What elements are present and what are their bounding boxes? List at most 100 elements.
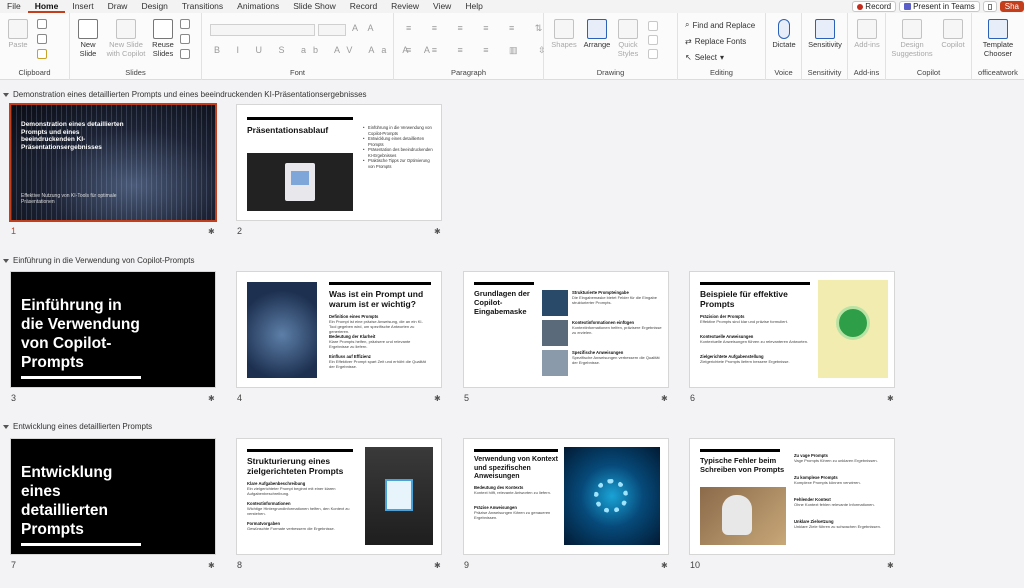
bullet-item: Einführung in die Verwendung von Copilot… [363,125,435,136]
section-header[interactable]: Demonstration eines detaillierten Prompt… [3,90,367,99]
font-group: A A B I U S ab AV Aa A A Font [202,13,430,80]
tab-animations[interactable]: Animations [230,0,286,13]
tab-record[interactable]: Record [343,0,384,13]
replace-fonts-label: Replace Fonts [694,37,747,46]
paste-button[interactable]: Paste [5,19,31,50]
clipboard-label: Clipboard [18,68,51,77]
font-size-select[interactable] [318,24,346,36]
slide-thumbnail-1[interactable]: Demonstration eines detaillierten Prompt… [11,105,215,220]
shape-outline-button[interactable] [648,35,658,45]
cut-button[interactable] [37,19,47,29]
text-block: Kontextinformationen einfügen Kontextinfo… [572,320,662,335]
slide-thumbnail-7[interactable]: Entwicklung eines detaillierten Prompts [11,439,215,554]
block-text: Die Eingabemaske bietet Felder für die E… [572,295,657,305]
arrange-button[interactable]: Arrange [580,19,614,50]
layout-button[interactable] [180,19,190,29]
tab-transitions[interactable]: Transitions [175,0,230,13]
quick-styles-button[interactable]: Quick Styles [614,19,642,58]
new-slide-button[interactable]: New Slide [73,19,103,58]
slide-thumbnail-6[interactable]: Beispiele für effektive Prompts Präzisio… [690,272,894,387]
copy-icon [37,34,47,44]
new-slide-with-copilot-button[interactable]: New Slide with Copilot [103,19,149,58]
list-buttons[interactable]: ≡ ≡ ≡ ≡ ≡ ⇅ [406,23,551,34]
sensitivity-button[interactable]: Sensitivity [805,19,845,50]
officeatwork-label: officeatwork [978,68,1018,77]
align-buttons[interactable]: ≡ ≡ ≡ ≡ ▥ ⇳ [406,45,555,56]
title-bar [700,282,810,285]
transition-star-icon: ✱ [208,227,215,236]
microphone-icon [778,19,790,39]
slide-title: Grundlagen der Copilot-Eingabemaske [474,289,530,316]
font-family-select[interactable] [210,24,315,36]
collapse-triangle-icon [3,258,9,263]
text-block: Unklare Zielsetzung Unklare Ziele führen … [794,519,886,529]
slide-thumbnail-5[interactable]: Grundlagen der Copilot-Eingabemaske Stru… [464,272,668,387]
tab-view[interactable]: View [426,0,458,13]
dictate-label: Dictate [772,40,796,49]
tab-home[interactable]: Home [27,0,66,13]
template-chooser-button[interactable]: Template Chooser [975,19,1021,58]
reuse-slides-button[interactable]: Reuse Slides [149,19,177,58]
shapes-button[interactable]: Shapes [550,19,578,50]
block-text: Wichtige Hintergrundinformationen helfen… [247,506,350,516]
text-block: Klare Aufgabenbeschreibung Ein zielgerich… [247,481,357,496]
text-block: Definition eines Prompts Ein Prompt ist e… [329,314,429,334]
comments-button[interactable] [982,1,997,12]
section-header[interactable]: Einführung in die Verwendung von Copilot… [3,256,194,265]
slide-sorter: Demonstration eines detaillierten Prompt… [0,81,1024,588]
collapse-triangle-icon [3,424,9,429]
slide-thumbnail-9[interactable]: Verwendung von Kontext und spezifischen … [464,439,668,554]
tab-review[interactable]: Review [384,0,426,13]
slide-subtitle: Effektive Nutzung von KI-Tools für optim… [21,193,117,205]
transition-star-icon: ✱ [434,394,441,403]
block-text: Ein Prompt ist eine präzise Anweisung, d… [329,319,423,334]
font-label: Font [289,68,305,77]
slide-image [542,320,568,346]
find-replace-button[interactable]: ⌕ Find and Replace [685,20,755,30]
block-text: Kontext hilft, relevante Antworten zu li… [474,490,551,495]
design-suggestions-icon [902,19,922,39]
format-painter-button[interactable] [37,49,47,59]
tab-design[interactable]: Design [134,0,174,13]
present-in-teams-button[interactable]: Present in Teams [899,1,980,12]
template-chooser-label: Template Chooser [982,40,1014,58]
replace-fonts-button[interactable]: ⇄ Replace Fonts [685,37,746,46]
copilot-button[interactable]: Copilot [936,19,970,50]
font-size-buttons[interactable]: A A [352,23,378,33]
tab-slide-show[interactable]: Slide Show [286,0,343,13]
dictate-button[interactable]: Dictate [769,19,799,50]
tab-draw[interactable]: Draw [101,0,135,13]
voice-label: Voice [774,68,793,77]
slide-thumbnail-2[interactable]: Präsentationsablauf Einführung in die Ve… [237,105,441,220]
design-suggestions-button[interactable]: Design Suggestions [889,19,935,58]
shape-fill-button[interactable] [648,21,658,31]
block-text: Effektive Prompts sind klar und präzise … [700,319,788,324]
tab-insert[interactable]: Insert [65,0,100,13]
addins-button[interactable]: Add-ins [851,19,883,50]
ribbon: Paste Clipboard New Slide New Slide with… [0,13,1024,80]
select-button[interactable]: ↖ Select ▾ [685,53,724,62]
block-text: Vage Prompts führen zu unklaren Ergebnis… [794,458,878,463]
reset-button[interactable] [180,34,190,44]
copy-button[interactable] [37,34,47,44]
tab-file[interactable]: File [0,0,28,13]
sensitivity-label: Sensitivity [807,68,842,77]
transition-star-icon: ✱ [208,394,215,403]
text-block: Fehlender Kontext Ohne Kontext fehlen rel… [794,497,886,507]
section-button[interactable] [180,49,190,59]
addins-icon [857,19,877,39]
tab-help[interactable]: Help [458,0,489,13]
record-button[interactable]: Record [852,1,897,12]
text-block: Präzise Anweisungen Präzise Anweisungen f… [474,505,558,520]
slide-thumbnail-10[interactable]: Typische Fehler beim Schreiben von Promp… [690,439,894,554]
slide-thumbnail-3[interactable]: Einführung in die Verwendung von Copilot… [11,272,215,387]
block-text: Spezifische Anweisungen verbessern die Q… [572,355,660,365]
slide-thumbnail-4[interactable]: Was ist ein Prompt und warum ist er wich… [237,272,441,387]
menu-right-actions: Record Present in Teams Sha [852,0,1024,13]
section-title: Einführung in die Verwendung von Copilot… [13,256,195,265]
slide-thumbnail-8[interactable]: Strukturierung eines zielgerichteten Pro… [237,439,441,554]
share-button[interactable]: Sha [999,1,1024,12]
menu-bar: File Home Insert Draw Design Transitions… [0,0,1024,13]
section-header[interactable]: Entwicklung eines detaillierten Prompts [3,422,152,431]
shape-effects-button[interactable] [648,49,658,59]
